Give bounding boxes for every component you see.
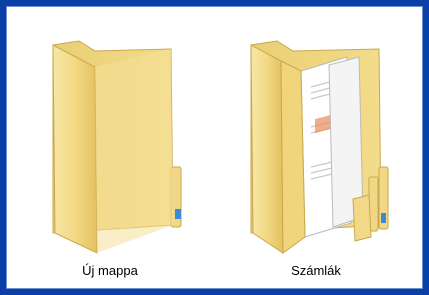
folder-item-new[interactable]: Új mappa <box>35 27 185 278</box>
folder-item-invoices[interactable]: Számlák <box>241 27 391 278</box>
documents-folder-icon <box>250 40 389 254</box>
folder-label: Új mappa <box>82 263 138 278</box>
folder-label: Számlák <box>291 263 341 278</box>
empty-folder-icon <box>52 40 182 254</box>
folder-view-panel: Új mappa Számlák <box>6 6 423 289</box>
